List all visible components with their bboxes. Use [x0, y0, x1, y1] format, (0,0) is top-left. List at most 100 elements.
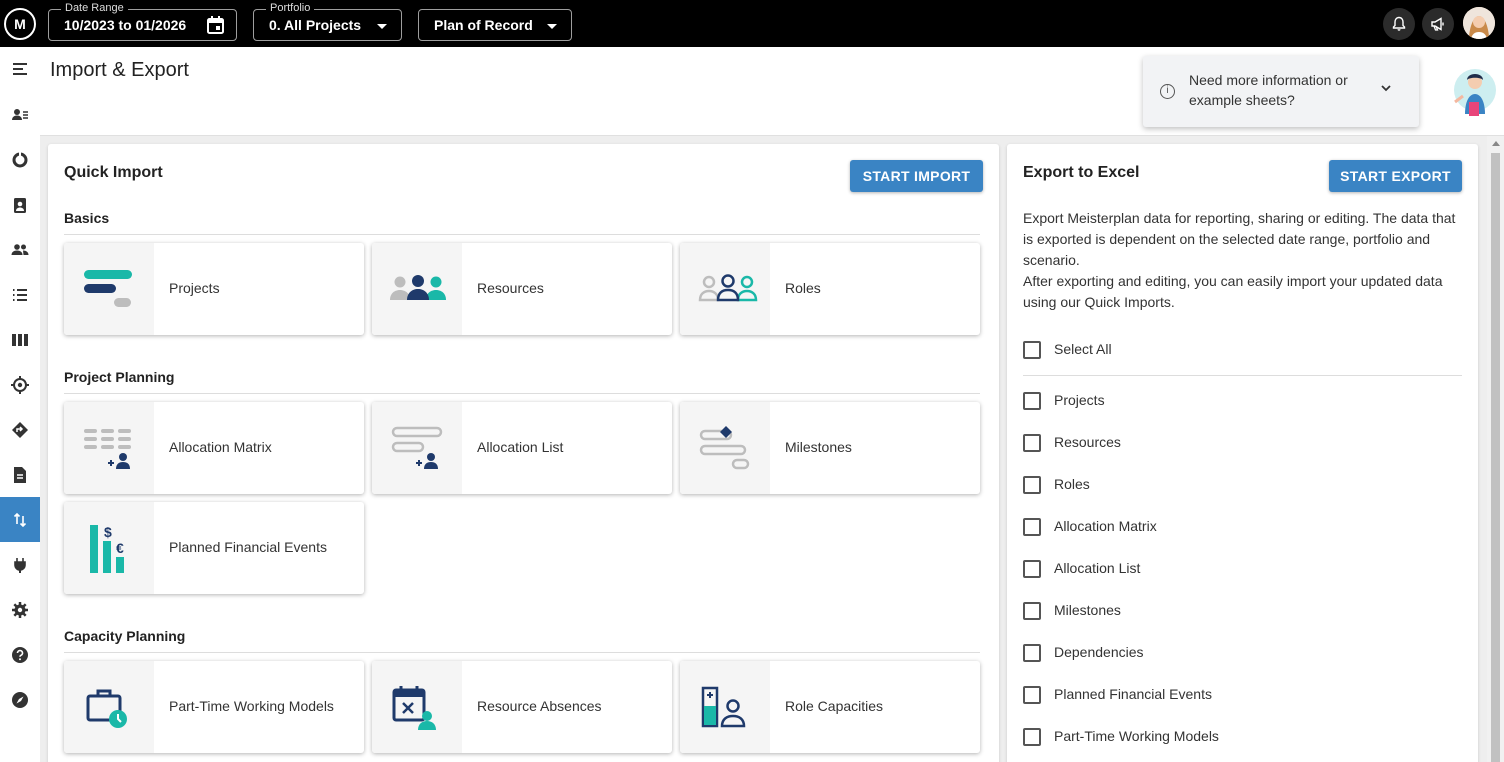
sidebar [0, 47, 40, 762]
portfolio-select[interactable]: Portfolio 0. All Projects [253, 1, 402, 41]
projects-icon [84, 270, 132, 307]
sidebar-item-board[interactable] [0, 317, 40, 362]
divider [64, 652, 980, 653]
sidebar-item-import-export[interactable] [0, 497, 40, 542]
sidebar-item-portfolio[interactable] [0, 137, 40, 182]
chevron-down-icon [1381, 85, 1391, 92]
checkbox[interactable] [1023, 602, 1041, 620]
top-bar: M Date Range 10/2023 to 01/2026 Portfoli… [0, 0, 1504, 47]
import-card-allocation-matrix[interactable]: Allocation Matrix [64, 402, 364, 494]
portfolio-label: Portfolio [266, 1, 315, 15]
page-scrollbar[interactable] [1487, 136, 1504, 762]
checkbox[interactable] [1023, 392, 1041, 410]
section-project-planning: Project Planning [64, 369, 175, 385]
gear-icon [12, 602, 28, 618]
card-label: Allocation List [477, 439, 564, 455]
sidebar-item-explore[interactable] [0, 677, 40, 722]
sidebar-item-people[interactable] [0, 92, 40, 137]
import-card-planned-financial-events[interactable]: $ € Planned Financial Events [64, 502, 364, 594]
card-label: Role Capacities [785, 698, 884, 714]
info-icon: i [1160, 84, 1175, 99]
allocation-matrix-icon [84, 429, 131, 469]
import-card-allocation-list[interactable]: Allocation List [372, 402, 672, 494]
card-label: Resource Absences [477, 698, 602, 714]
section-basics: Basics [64, 210, 110, 226]
calendar-icon[interactable] [207, 16, 224, 34]
notifications-button[interactable] [1383, 8, 1415, 40]
bell-icon [1392, 16, 1406, 31]
sidebar-menu-toggle[interactable] [0, 47, 40, 92]
checkbox-label: Select All [1054, 341, 1112, 357]
checkbox[interactable] [1023, 686, 1041, 704]
sidebar-item-target[interactable] [0, 362, 40, 407]
scrollbar-thumb[interactable] [1491, 153, 1500, 762]
sidebar-item-help[interactable] [0, 632, 40, 677]
import-card-resource-absences[interactable]: Resource Absences [372, 661, 672, 753]
checkbox[interactable] [1023, 476, 1041, 494]
checkbox-label: Roles [1054, 476, 1090, 492]
scenario-select[interactable]: Plan of Record [418, 9, 572, 41]
section-capacity-planning: Capacity Planning [64, 628, 186, 644]
export-panel: Export to Excel START EXPORT Export Meis… [1007, 144, 1478, 762]
checkbox-label: Planned Financial Events [1054, 686, 1212, 702]
page-header: Import & Export i Need more information … [40, 47, 1504, 136]
checkbox[interactable] [1023, 341, 1041, 359]
date-range-label: Date Range [61, 1, 128, 15]
app-logo[interactable]: M [4, 8, 36, 40]
import-export-icon [13, 512, 27, 528]
sidebar-item-integrations[interactable] [0, 542, 40, 587]
milestones-icon [699, 426, 750, 470]
card-label: Roles [785, 280, 821, 296]
card-label: Planned Financial Events [169, 539, 327, 555]
import-card-milestones[interactable]: Milestones [680, 402, 980, 494]
checkbox[interactable] [1023, 728, 1041, 746]
checkbox-label: Part-Time Working Models [1054, 728, 1219, 744]
target-icon [11, 376, 29, 394]
card-label: Milestones [785, 439, 852, 455]
svg-text:€: € [116, 540, 124, 556]
checkbox[interactable] [1023, 644, 1041, 662]
chevron-down-icon [377, 24, 387, 29]
roles-icon [698, 274, 758, 302]
import-card-role-capacities[interactable]: Role Capacities [680, 661, 980, 753]
sidebar-item-resources[interactable] [0, 227, 40, 272]
checkbox-label: Resources [1054, 434, 1121, 450]
checkbox-label: Milestones [1054, 602, 1121, 618]
import-card-part-time-working-models[interactable]: Part-Time Working Models [64, 661, 364, 753]
checkbox[interactable] [1023, 434, 1041, 452]
role-capacities-icon [701, 686, 746, 728]
import-card-roles[interactable]: Roles [680, 243, 980, 335]
checkbox[interactable] [1023, 560, 1041, 578]
card-label: Projects [169, 280, 220, 296]
person-list-icon [12, 109, 28, 120]
export-description-2: After exporting and editing, you can eas… [1023, 273, 1443, 310]
card-label: Resources [477, 280, 544, 296]
sidebar-item-reports[interactable] [0, 452, 40, 497]
announcements-button[interactable] [1422, 8, 1454, 40]
import-card-resources[interactable]: Resources [372, 243, 672, 335]
sidebar-item-assignments[interactable] [0, 182, 40, 227]
import-card-projects[interactable]: Projects [64, 243, 364, 335]
user-avatar[interactable] [1463, 7, 1495, 39]
scenario-value: Plan of Record [434, 17, 533, 33]
sidebar-item-list[interactable] [0, 272, 40, 317]
checkbox-label: Allocation List [1054, 560, 1141, 576]
checkbox-label: Allocation Matrix [1054, 518, 1157, 534]
checkbox[interactable] [1023, 518, 1041, 536]
document-icon [14, 467, 26, 483]
scroll-up-arrow-icon[interactable] [1492, 141, 1500, 146]
sidebar-item-directions[interactable] [0, 407, 40, 452]
export-title: Export to Excel [1023, 164, 1140, 181]
sidebar-item-settings[interactable] [0, 587, 40, 632]
help-icon [12, 647, 28, 663]
checkbox-label: Projects [1054, 392, 1105, 408]
start-export-button[interactable]: START EXPORT [1329, 160, 1462, 192]
group-icon [11, 244, 29, 255]
start-import-button[interactable]: START IMPORT [850, 160, 983, 192]
divider [1023, 375, 1462, 376]
date-range-field[interactable]: Date Range 10/2023 to 01/2026 [48, 1, 237, 41]
clipboard-person-icon [14, 198, 26, 213]
help-expander[interactable]: i Need more information or example sheet… [1143, 56, 1419, 127]
compass-icon [12, 692, 28, 708]
date-range-value: 10/2023 to 01/2026 [64, 17, 187, 33]
